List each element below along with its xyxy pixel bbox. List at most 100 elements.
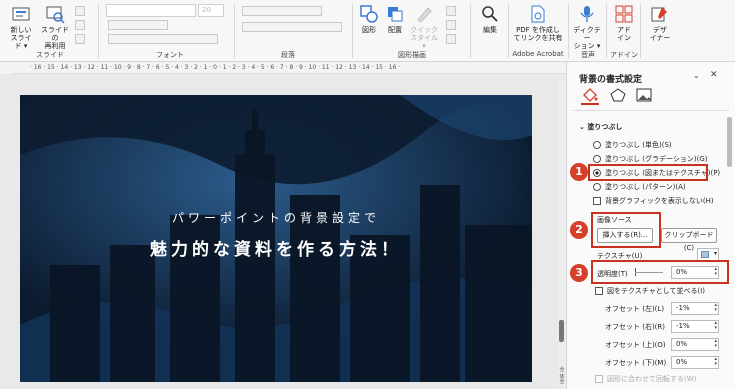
- designer-label-2: イナー: [649, 34, 671, 42]
- designer-button[interactable]: デザ イナー: [646, 4, 674, 42]
- shapes-label: 図形: [362, 26, 376, 34]
- offset-right-label: オフセット (右)(R): [605, 323, 666, 331]
- pane-title: 背景の書式設定: [579, 75, 643, 85]
- tile-option[interactable]: 図をテクスチャとして並べる(I): [595, 286, 705, 296]
- reuse-slide-button[interactable]: スライドの 再利用: [40, 4, 70, 50]
- highlight-box-3: [591, 260, 729, 284]
- offset-top-input[interactable]: 0% ▴ ▾: [671, 338, 719, 351]
- close-icon[interactable]: ✕: [710, 70, 718, 80]
- fill-solid-option[interactable]: 塗りつぶし (単色)(S): [593, 140, 672, 150]
- offset-top-label: オフセット (上)(O): [605, 341, 666, 349]
- fill-pattern-option[interactable]: 塗りつぶし (パターン)(A): [593, 182, 686, 192]
- spinner-arrows-icon[interactable]: ▴ ▾: [714, 321, 717, 331]
- new-slide-label-1: 新しい: [10, 26, 32, 34]
- slide-title-line-2[interactable]: 魅力的な資料を作る方法！: [20, 235, 532, 260]
- hide-graphics-option[interactable]: 背景グラフィックを表示しない(H): [593, 196, 714, 206]
- arrange-icon: [388, 7, 403, 22]
- highlight-box-2: [591, 212, 661, 248]
- effects-icon[interactable]: [446, 34, 456, 44]
- align-buttons[interactable]: [242, 22, 342, 32]
- step-badge-3: 3: [570, 264, 588, 282]
- tile-checkbox[interactable]: [595, 287, 603, 295]
- texture-swatch-icon: [701, 251, 709, 258]
- spinner-arrows-icon[interactable]: ▴ ▾: [714, 357, 717, 367]
- rotate-with-shape-option[interactable]: 図形に合わせて回転する(W): [595, 374, 696, 384]
- list-buttons[interactable]: [242, 6, 322, 16]
- offset-right-input[interactable]: -1% ▴ ▾: [671, 320, 719, 333]
- offset-left-value: -1%: [676, 304, 690, 312]
- spinner-arrows-icon[interactable]: ▴ ▾: [714, 339, 717, 349]
- font-group-label: フォント: [156, 51, 184, 59]
- hide-graphics-checkbox[interactable]: [593, 197, 601, 205]
- pane-options-chevron-icon[interactable]: ⌄: [693, 71, 700, 80]
- fill-solid-label: 塗りつぶし (単色)(S): [605, 141, 672, 149]
- pdf-link-icon: [531, 5, 545, 23]
- font-color-buttons[interactable]: [108, 34, 218, 44]
- tile-label: 図をテクスチャとして並べる(I): [607, 287, 706, 295]
- arrange-button[interactable]: 配置: [384, 4, 406, 34]
- scroll-thumb[interactable]: [559, 320, 564, 342]
- voice-group-label: 音声: [581, 51, 595, 59]
- hide-graphics-label: 背景グラフィックを表示しない(H): [605, 197, 714, 205]
- paragraph-group-label: 段落: [281, 51, 295, 59]
- quick-styles-label-1: クイック: [410, 26, 438, 34]
- reset-icon[interactable]: [75, 20, 85, 30]
- acrobat-group-label: Adobe Acrobat: [512, 50, 564, 58]
- shapes-button[interactable]: 図形: [358, 4, 380, 34]
- font-size-field[interactable]: 20: [198, 4, 224, 17]
- rotate-checkbox[interactable]: [595, 375, 603, 383]
- editing-button[interactable]: 編集: [478, 4, 502, 34]
- clipboard-button[interactable]: クリップボード(C): [661, 228, 717, 252]
- fill-icon[interactable]: [446, 6, 456, 16]
- designer-label-1: デザ: [653, 26, 667, 34]
- offset-left-input[interactable]: -1% ▴ ▾: [671, 302, 719, 315]
- separator: [568, 4, 569, 58]
- section-icon[interactable]: [75, 34, 85, 44]
- fill-section-header[interactable]: ⌄ 塗りつぶし: [579, 122, 622, 132]
- microphone-icon: [580, 6, 594, 22]
- offset-bottom-input[interactable]: 0% ▴ ▾: [671, 356, 719, 369]
- radio-solid[interactable]: [593, 141, 601, 149]
- slide-title-line-1[interactable]: パワーポイントの背景設定で: [20, 209, 532, 226]
- pentagon-icon: [610, 88, 626, 102]
- effects-tab[interactable]: [609, 87, 627, 105]
- addins-label-1: アド: [617, 26, 631, 34]
- divider: [573, 110, 729, 111]
- layout-icon[interactable]: [75, 6, 85, 16]
- spinner-arrows-icon[interactable]: ▴ ▾: [714, 303, 717, 313]
- radio-pattern[interactable]: [593, 183, 601, 191]
- slide[interactable]: パワーポイントの背景設定で 魅力的な資料を作る方法！: [20, 95, 532, 382]
- dictate-button[interactable]: ディクテー ション ▾: [570, 4, 604, 50]
- dictate-label-1: ディクテー: [573, 26, 601, 42]
- paint-bucket-icon: [583, 88, 598, 102]
- shapes-icon: [360, 5, 378, 23]
- editing-label: 編集: [483, 26, 497, 34]
- addins-group-label: アドイン: [610, 51, 638, 59]
- fill-section-label: 塗りつぶし: [587, 123, 623, 131]
- reuse-slide-label-1: スライドの: [41, 26, 69, 42]
- new-slide-button[interactable]: 新しい スライド ▾: [8, 4, 34, 50]
- outline-icon[interactable]: [446, 20, 456, 30]
- new-slide-label-2: スライド ▾: [10, 34, 32, 50]
- acrobat-pdf-button[interactable]: PDF を作成し てリンクを共有: [512, 4, 564, 42]
- quick-styles-button[interactable]: クイック スタイル ▾: [410, 4, 438, 50]
- dictate-label-2: ション ▾: [573, 42, 601, 50]
- radio-gradient[interactable]: [593, 155, 601, 163]
- acrobat-label-1: PDF を作成し: [516, 26, 560, 34]
- offset-top-value: 0%: [676, 340, 688, 348]
- fill-tab[interactable]: [581, 87, 599, 105]
- addins-label-2: イン: [617, 34, 631, 42]
- pane-scrollbar[interactable]: [727, 117, 732, 167]
- reuse-slide-icon: [46, 6, 65, 24]
- fill-gradient-option[interactable]: 塗りつぶし (グラデーション)(G): [593, 154, 708, 164]
- font-format-buttons[interactable]: [108, 20, 168, 30]
- addins-grid-icon: [615, 5, 633, 23]
- font-name-field[interactable]: [106, 4, 196, 17]
- vertical-scrollbar[interactable]: 全体 全: [558, 74, 566, 389]
- addins-button[interactable]: アド イン: [612, 4, 636, 42]
- highlight-box-1: [588, 164, 708, 181]
- fill-pattern-label: 塗りつぶし (パターン)(A): [605, 183, 686, 191]
- separator: [234, 4, 235, 58]
- slide-canvas: パワーポイントの背景設定で 魅力的な資料を作る方法！: [0, 74, 565, 389]
- picture-tab[interactable]: [635, 87, 653, 105]
